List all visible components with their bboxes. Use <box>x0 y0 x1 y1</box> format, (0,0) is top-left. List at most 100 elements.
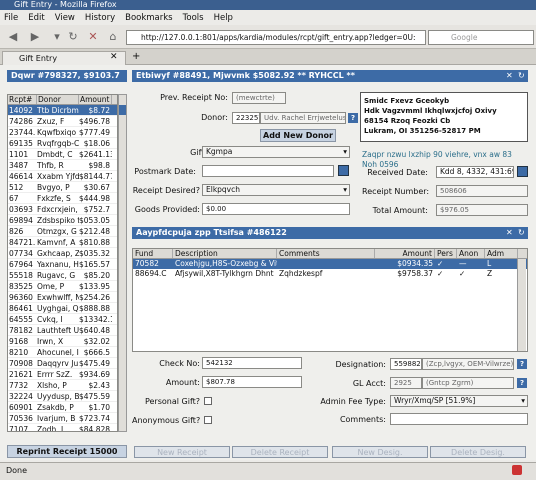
table-row[interactable]: 67 Fxkzfe, S $444.98 <box>8 193 117 204</box>
receipt-desired-select[interactable]: Elkpqvch ▾ <box>202 184 350 196</box>
donor-id-field[interactable]: 223257 <box>232 112 260 124</box>
addon-icon[interactable] <box>512 465 522 475</box>
calendar-icon[interactable] <box>338 165 349 176</box>
scrollbar-thumb[interactable] <box>119 105 126 115</box>
anonymous-gift-checkbox[interactable] <box>204 416 212 424</box>
table-row[interactable]: 60901 Zsakdb, P $1.70 <box>8 402 117 413</box>
postmark-date-field[interactable] <box>202 165 334 177</box>
table-row[interactable]: 86461 Uyghgai, Q $888.88 <box>8 303 117 314</box>
col-fund[interactable]: Fund <box>133 249 173 258</box>
reprint-receipt-button[interactable]: Reprint Receipt 15000 <box>7 445 127 458</box>
table-row[interactable]: 3487 Thfb, R $98.8 <box>8 160 117 171</box>
col-description[interactable]: Description <box>173 249 277 258</box>
table-row[interactable]: 512 Bvgyo, P $30.67 <box>8 182 117 193</box>
menu-help[interactable]: Help <box>214 13 233 23</box>
table-row[interactable]: 69894 Zdsbspiko f $053.05 <box>8 215 117 226</box>
menu-edit[interactable]: Edit <box>28 13 44 23</box>
close-icon[interactable]: ✕ <box>506 71 513 80</box>
new-receipt-button[interactable]: New Receipt <box>134 446 230 458</box>
table-row[interactable]: 70908 Daqqyrv Ju $475.49 <box>8 358 117 369</box>
search-input[interactable]: Google <box>428 30 534 45</box>
calendar-icon[interactable] <box>517 166 528 177</box>
goods-provided-field[interactable]: $0.00 <box>202 203 350 215</box>
table-row[interactable]: 7107 Zodh, L $84.828 <box>8 424 117 431</box>
items-header: Aaypfdcpuja zpp Ttsifsa #486122 <box>132 227 528 239</box>
donor-lookup-icon[interactable]: ? <box>348 113 358 123</box>
reload-icon[interactable]: ↻ <box>66 30 80 44</box>
menu-history[interactable]: History <box>85 13 115 23</box>
table-row[interactable]: 83525 Ome, P $133.95 <box>8 281 117 292</box>
menu-file[interactable]: File <box>4 13 18 23</box>
received-date-field[interactable]: Kdd 8, 4332, 431:69 <box>436 166 514 178</box>
table-row[interactable]: 8210 Ahocunel, I $666.5 <box>8 347 117 358</box>
gift-type-select[interactable]: Kgmpa ▾ <box>202 146 350 158</box>
check-no-field[interactable]: 542132 <box>202 357 302 369</box>
table-row[interactable]: 23744. Kqwfbxiqo $777.49 <box>8 127 117 138</box>
table-row[interactable]: 64555 Cvkq, I $13342.1 <box>8 314 117 325</box>
close-icon[interactable]: ✕ <box>506 228 513 237</box>
refresh-icon[interactable]: ↻ <box>518 228 525 237</box>
new-tab-icon[interactable]: + <box>132 51 140 62</box>
table-row[interactable]: 84721. Kamvnf, A $810.88 <box>8 237 117 248</box>
menu-view[interactable]: View <box>55 13 75 23</box>
add-new-donor-button[interactable]: Add New Donor <box>260 129 336 142</box>
table-row[interactable]: 70582 Coxehjgu,H8S-Ozxebg & Vitk $0934.35 ✓… <box>133 259 527 269</box>
col-pers[interactable]: Pers <box>435 249 457 258</box>
col-donor[interactable]: Donor <box>37 95 79 104</box>
cell-rcpt: 23744. <box>9 128 36 137</box>
amount-label: Amount: <box>165 378 200 387</box>
cell-amount: $18.06 <box>83 139 110 148</box>
table-row[interactable]: 78182 Lauthteft U $640.48 <box>8 325 117 336</box>
col-anon[interactable]: Anon <box>457 249 485 258</box>
cell-donor: Thfb, R <box>37 161 64 170</box>
table-row[interactable]: 03693 Fdxcrxjein, $752.7 <box>8 204 117 215</box>
col-adm[interactable]: Adm <box>485 249 518 258</box>
cell-amount: $98.8 <box>88 161 110 170</box>
comments-field[interactable] <box>390 413 528 425</box>
forward-icon[interactable]: ▶ <box>28 30 42 44</box>
col-amount[interactable]: Amount <box>375 249 435 258</box>
designation-scrollbar[interactable] <box>517 259 526 351</box>
designation-id-field[interactable]: 5598824 <box>390 358 422 370</box>
table-row[interactable]: 7732 Xlsho, P $2.43 <box>8 380 117 391</box>
col-comments[interactable]: Comments <box>277 249 375 258</box>
amount-field[interactable]: $807.78 <box>202 376 302 388</box>
table-row[interactable]: 70536 Ivarjum, B $723.74 <box>8 413 117 424</box>
personal-gift-checkbox[interactable] <box>204 397 212 405</box>
table-row[interactable]: 67964 Yaxnanu, H $165.57 <box>8 259 117 270</box>
table-row[interactable]: 07734 Gxhcaap, Z $035.32 <box>8 248 117 259</box>
designation-lookup-icon[interactable]: ? <box>517 359 527 369</box>
menu-tools[interactable]: Tools <box>183 13 204 23</box>
cell-donor: Yaxnanu, H <box>37 260 79 269</box>
menu-bookmarks[interactable]: Bookmarks <box>125 13 173 23</box>
close-tab-icon[interactable]: ✕ <box>110 52 118 62</box>
new-designation-button[interactable]: New Desig. <box>332 446 428 458</box>
delete-receipt-button[interactable]: Delete Receipt <box>232 446 328 458</box>
table-row[interactable]: 96360 Exwhwlff, N $254.26 <box>8 292 117 303</box>
table-row[interactable]: 32224 Uyydusp, B $475.59 <box>8 391 117 402</box>
col-rcpt[interactable]: Rcpt# <box>8 95 37 104</box>
back-icon[interactable]: ◀ <box>6 30 20 44</box>
table-row[interactable]: 826 Otmzgx, G $212.48 <box>8 226 117 237</box>
col-amount[interactable]: Amount <box>79 95 112 104</box>
home-icon[interactable]: ⌂ <box>106 30 120 44</box>
gl-lookup-icon[interactable]: ? <box>517 378 527 388</box>
stop-icon[interactable]: ✕ <box>86 30 100 44</box>
table-row[interactable]: 74286 Zxuz, F $496.78 <box>8 116 117 127</box>
tab-gift-entry[interactable]: Gift Entry <box>2 51 126 65</box>
table-row[interactable]: 55518 Rugavc, G $85.20 <box>8 270 117 281</box>
cell-amount: $85.20 <box>83 271 110 280</box>
table-row[interactable]: 14092 Ttb Dicrbm $8.72 <box>8 105 117 116</box>
receipt-scrollbar[interactable] <box>118 94 127 432</box>
url-bar[interactable]: http://127.0.0.1:801/apps/kardia/modules… <box>126 30 426 45</box>
delete-designation-button[interactable]: Delete Desig. <box>430 446 526 458</box>
table-row[interactable]: 9168 Irwn, X $32.02 <box>8 336 117 347</box>
refresh-icon[interactable]: ↻ <box>518 71 525 80</box>
table-row[interactable]: 46614 Xxabm Yjfd $8144.77 <box>8 171 117 182</box>
table-row[interactable]: 1101 Dmbdt, C $2641.13 <box>8 149 117 160</box>
table-row[interactable]: 21621 Errrr SzZ. $934.69 <box>8 369 117 380</box>
table-row[interactable]: 69135 Rvqfrgqb-C $18.06 <box>8 138 117 149</box>
dropdown-icon[interactable]: ▾ <box>50 30 64 44</box>
table-row[interactable]: 88694.C Afjsywil,X8T-Tylkhgrn Dhnt Zqhdzke… <box>133 269 527 279</box>
admin-fee-select[interactable]: Wryr/Xmq/SP [51.9%] ▾ <box>390 395 528 407</box>
